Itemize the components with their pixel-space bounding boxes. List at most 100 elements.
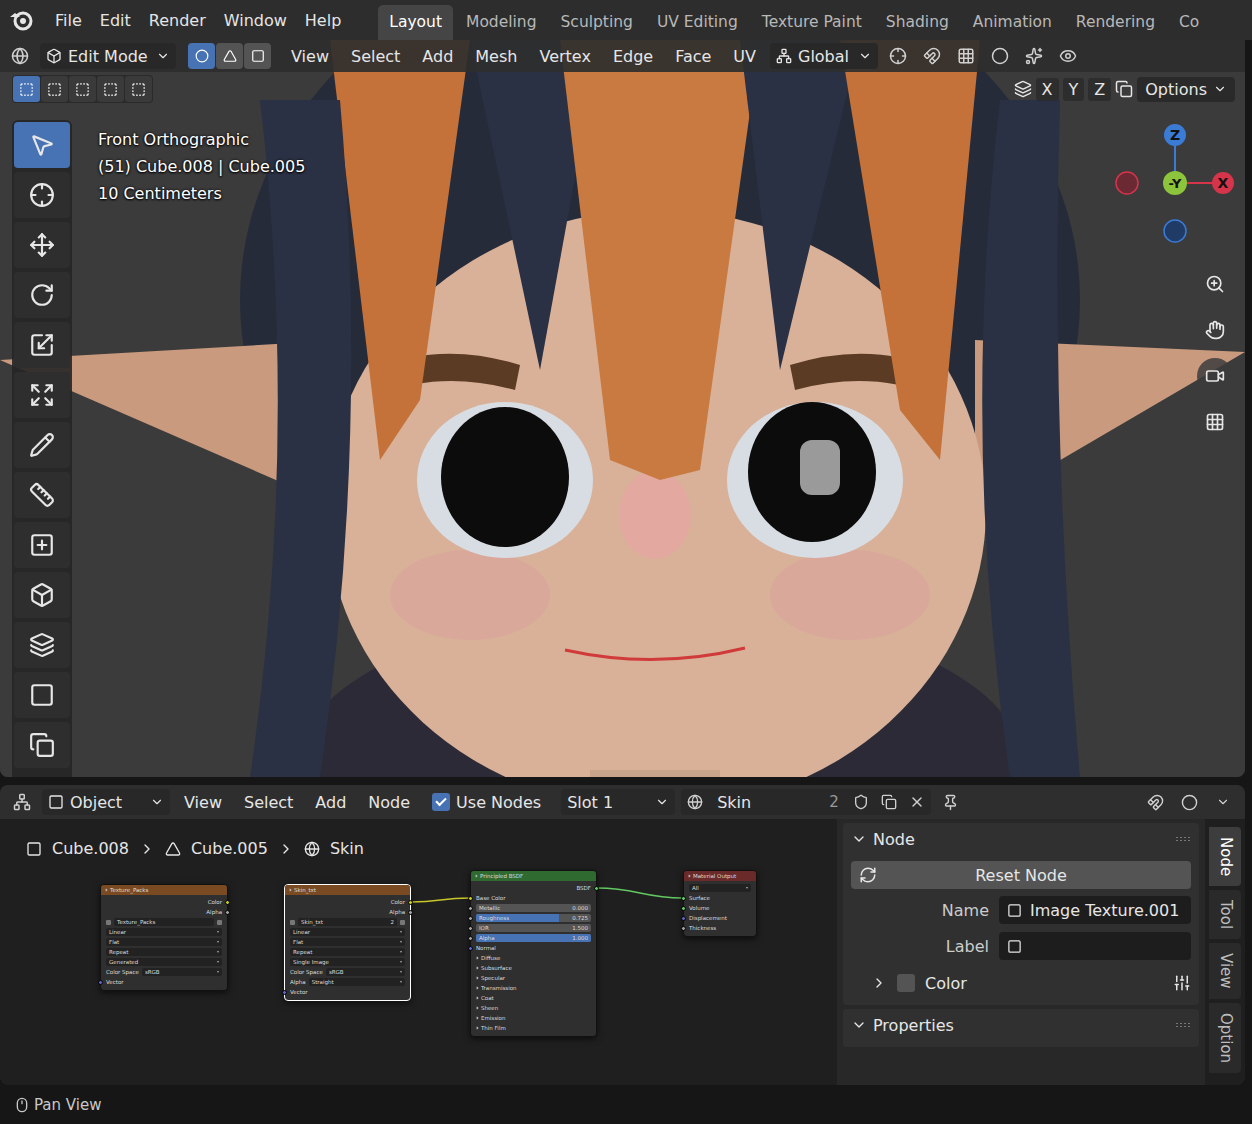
node-labeled-field[interactable]: Color SpacesRGB <box>101 967 227 977</box>
color-checkbox[interactable] <box>897 974 915 992</box>
editor-type-button[interactable] <box>6 43 34 69</box>
material-users[interactable]: 2 <box>821 793 847 811</box>
node-input-socket[interactable]: Displacement <box>684 913 756 923</box>
node-menu-item[interactable]: Select <box>236 793 301 812</box>
mirror-axis-button[interactable]: X <box>1036 78 1059 101</box>
viewport-menu-item[interactable]: Mesh <box>467 47 525 66</box>
grip-icon[interactable] <box>1175 836 1191 842</box>
workspace-tab[interactable]: Texture Paint <box>751 5 873 40</box>
node-field-row[interactable]: Linear <box>101 927 227 937</box>
box-mode-button[interactable] <box>13 76 40 102</box>
pivot-button[interactable] <box>884 43 912 69</box>
workspace-tab[interactable]: Modeling <box>455 5 548 40</box>
material-name[interactable]: Skin <box>709 793 821 812</box>
workspace-tab[interactable]: Shading <box>875 5 960 40</box>
shader-node[interactable]: Skin_txtColorAlphaSkin_txt2LinearFlatRep… <box>284 884 411 1001</box>
socket-dot[interactable] <box>468 896 473 901</box>
node-slider[interactable]: Metallic0.000 <box>476 904 591 912</box>
socket-dot[interactable] <box>225 910 230 915</box>
node-panel-row[interactable]: Coat <box>471 993 596 1003</box>
node-slider[interactable]: IOR1.500 <box>476 924 591 932</box>
node-input-socket[interactable]: Normal <box>471 943 596 953</box>
node-dropdown[interactable]: Flat <box>290 938 405 946</box>
image-field[interactable]: Skin_txt2 <box>298 918 397 926</box>
node-title[interactable]: Texture_Packs <box>101 885 227 895</box>
slot-dropdown[interactable]: Slot 1 <box>561 789 675 815</box>
text-field[interactable] <box>999 932 1191 960</box>
tool-button[interactable] <box>14 622 70 668</box>
viewport-menu-item[interactable]: Select <box>343 47 408 66</box>
box-mode-button[interactable] <box>41 76 68 102</box>
tool-button[interactable] <box>14 372 70 418</box>
node-dropdown[interactable]: Linear <box>290 928 405 936</box>
viewport-menu-item[interactable]: UV <box>725 47 764 66</box>
sidebar-tab[interactable]: Option <box>1209 1003 1241 1073</box>
mirror-axis-button[interactable]: Z <box>1088 78 1111 101</box>
socket-dot[interactable] <box>468 926 473 931</box>
workspace-tab[interactable]: UV Editing <box>646 5 749 40</box>
box-mode-button[interactable] <box>125 76 152 102</box>
collapse-icon[interactable] <box>688 875 691 878</box>
node-field-row[interactable]: Flat <box>101 937 227 947</box>
workspace-tab[interactable]: Animation <box>962 5 1063 40</box>
node-input-socket[interactable]: Surface <box>684 893 756 903</box>
visibility-button[interactable] <box>1054 43 1082 69</box>
node-panel-row[interactable]: Transmission <box>471 983 596 993</box>
node-title[interactable]: Principled BSDF <box>471 871 596 881</box>
tool-button[interactable] <box>14 422 70 468</box>
shader-node[interactable]: Material OutputAllSurfaceVolumeDisplacem… <box>683 870 757 937</box>
node-panel-row[interactable]: Diffuse <box>471 953 596 963</box>
socket-dot[interactable] <box>468 906 473 911</box>
node-dropdown[interactable]: Single Image <box>290 958 405 966</box>
section-header[interactable]: Properties <box>851 1009 1191 1041</box>
node-field-row[interactable]: Linear <box>285 927 410 937</box>
text-field[interactable]: Image Texture.001 <box>999 896 1191 924</box>
node-slider-row[interactable]: Roughness0.725 <box>471 913 596 923</box>
color-link[interactable] <box>411 898 470 902</box>
node-dropdown[interactable]: sRGB <box>326 968 405 976</box>
socket-dot[interactable] <box>468 946 473 951</box>
node-slider[interactable]: Alpha1.000 <box>476 934 591 942</box>
options-dropdown[interactable]: Options <box>1137 77 1235 102</box>
tool-button[interactable] <box>14 272 70 318</box>
node-input-socket[interactable]: Volume <box>684 903 756 913</box>
mode-dropdown[interactable]: Edit Mode <box>40 43 176 69</box>
viewport-menu-item[interactable]: Face <box>667 47 719 66</box>
top-menu-item[interactable]: Help <box>296 7 350 34</box>
node-output-socket[interactable]: Alpha <box>285 907 410 917</box>
duplicate-button[interactable] <box>875 789 903 815</box>
image-field[interactable]: Texture_Packs <box>114 918 214 926</box>
falloff-button[interactable] <box>1020 43 1048 69</box>
workspace-tab[interactable]: Co <box>1168 5 1210 40</box>
unlink-button[interactable] <box>903 789 931 815</box>
image-icon[interactable] <box>290 920 295 925</box>
editor-type-button[interactable] <box>8 789 36 815</box>
socket-dot[interactable] <box>468 936 473 941</box>
socket-dot[interactable] <box>98 980 103 985</box>
open-icon[interactable] <box>400 920 405 925</box>
socket-dot[interactable] <box>681 896 686 901</box>
sidebar-tab[interactable]: View <box>1209 943 1241 999</box>
tool-button[interactable] <box>14 672 70 718</box>
node-field-row[interactable]: Repeat <box>285 947 410 957</box>
top-menu-item[interactable]: Window <box>215 7 296 34</box>
node-image-row[interactable]: Texture_Packs <box>101 917 227 927</box>
node-field-row[interactable]: All <box>684 883 756 893</box>
tool-button[interactable] <box>14 172 70 218</box>
node-slider[interactable]: Roughness0.725 <box>476 914 591 922</box>
tool-button[interactable] <box>14 322 70 368</box>
node-dropdown[interactable]: Straight <box>309 978 405 986</box>
node-panel-row[interactable]: Subsurface <box>471 963 596 973</box>
camera-button[interactable] <box>1197 358 1233 394</box>
box-mode-button[interactable] <box>69 76 96 102</box>
collapse-icon[interactable] <box>289 889 292 892</box>
node-panel-row[interactable]: Emission <box>471 1013 596 1023</box>
node-output-socket[interactable]: Color <box>285 897 410 907</box>
material-field[interactable]: Skin2 <box>681 789 931 815</box>
overlay-button[interactable] <box>1175 789 1203 815</box>
node-slider-row[interactable]: Metallic0.000 <box>471 903 596 913</box>
tool-button[interactable] <box>14 522 70 568</box>
shader-node[interactable]: Texture_PacksColorAlphaTexture_PacksLine… <box>100 884 228 991</box>
socket-dot[interactable] <box>681 906 686 911</box>
node-field-row[interactable]: Flat <box>285 937 410 947</box>
